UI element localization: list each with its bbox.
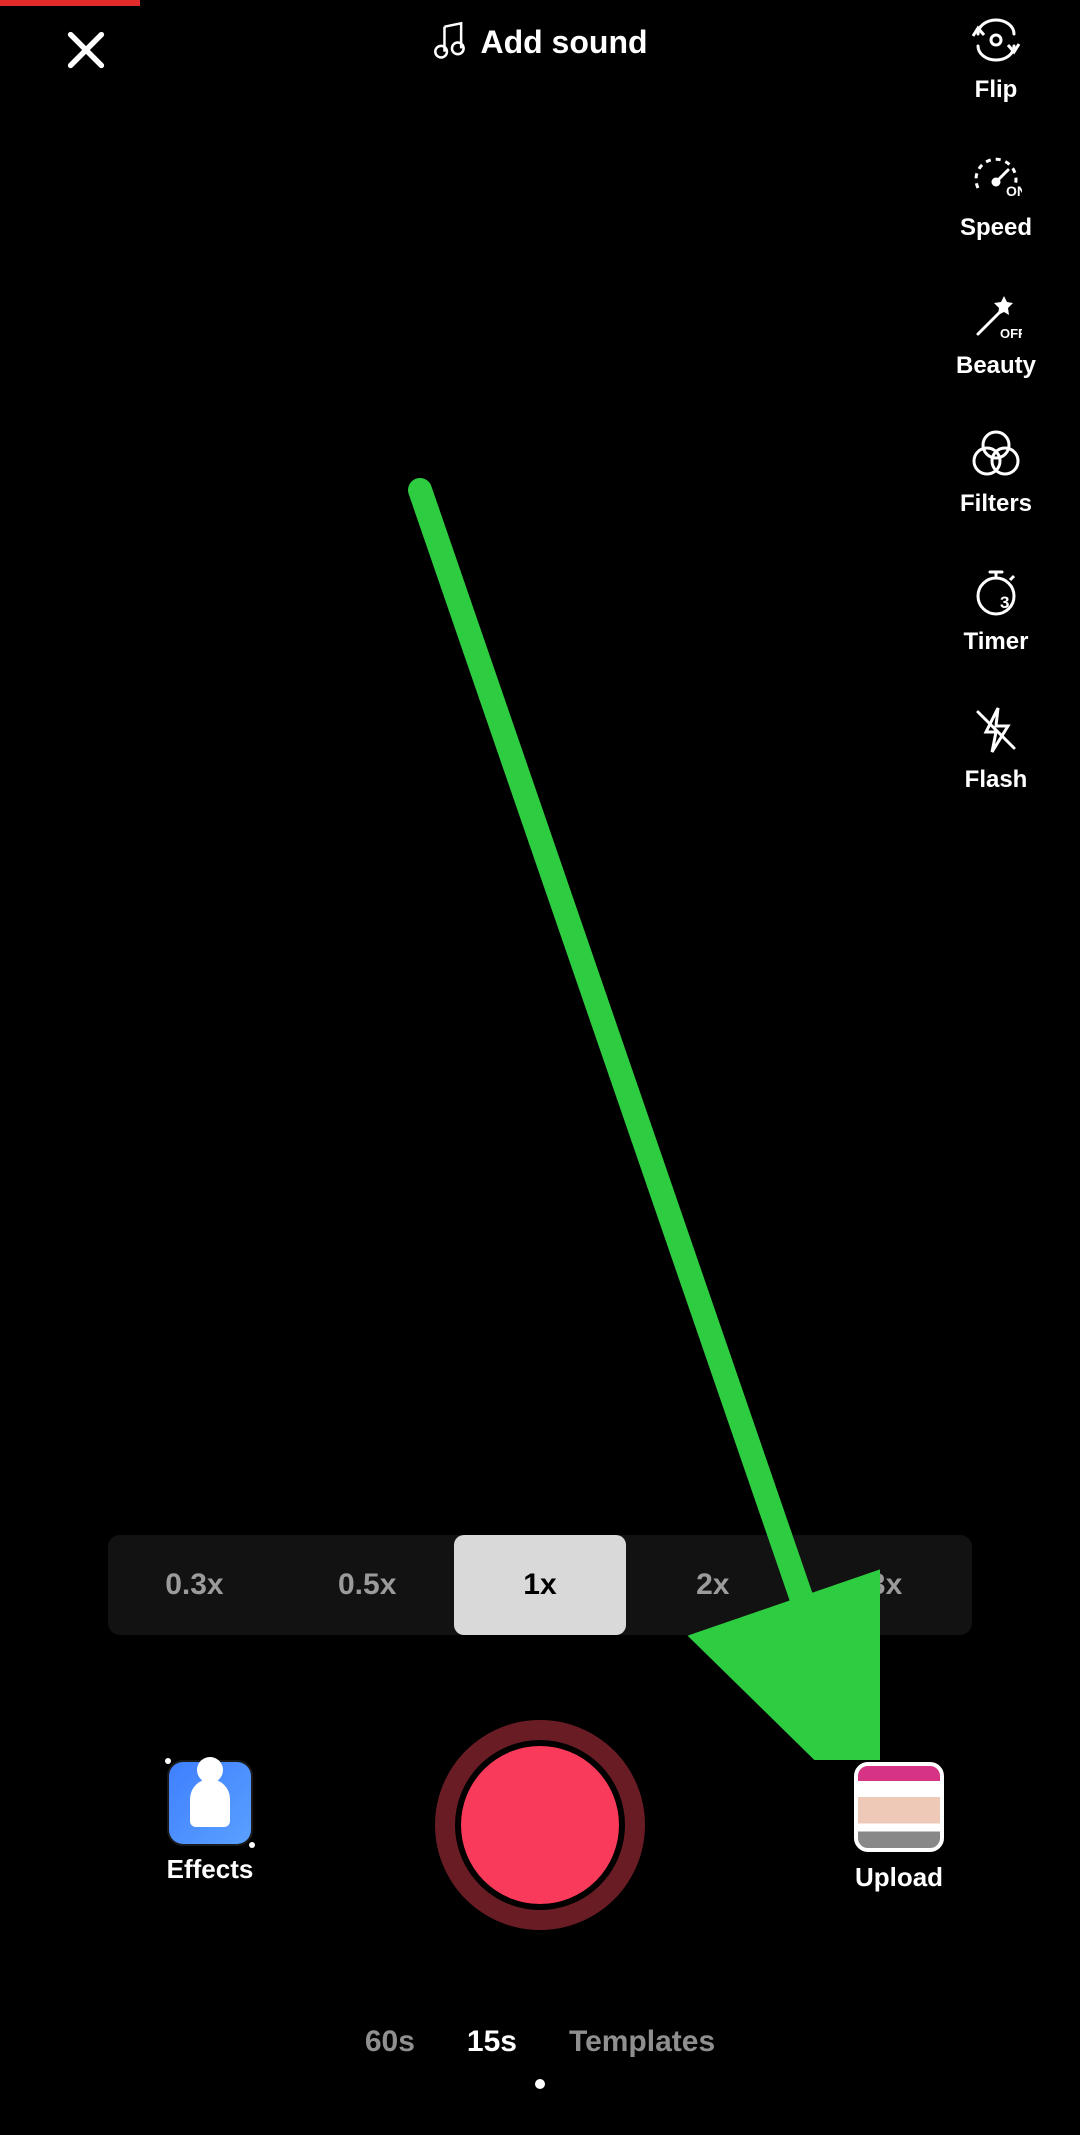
flip-camera-button[interactable]: Flip	[968, 12, 1024, 104]
zoom-option-0[interactable]: 0.3x	[108, 1535, 281, 1635]
mode-selector: 60s 15s Templates	[0, 2025, 1080, 2059]
mode-indicator-dot	[535, 2079, 545, 2089]
close-button[interactable]	[58, 24, 114, 80]
mode-option-0[interactable]: 60s	[365, 2025, 415, 2059]
timer-button[interactable]: 3 Timer	[964, 564, 1029, 656]
flip-camera-icon	[968, 12, 1024, 68]
effects-label: Effects	[167, 1854, 254, 1885]
zoom-option-1[interactable]: 0.5x	[281, 1535, 454, 1635]
zoom-option-4[interactable]: 3x	[799, 1535, 972, 1635]
beauty-button[interactable]: OFF Beauty	[956, 288, 1036, 380]
zoom-option-3[interactable]: 2x	[626, 1535, 799, 1635]
effects-icon	[169, 1762, 251, 1844]
upload-thumbnail-icon	[854, 1762, 944, 1852]
mode-option-1[interactable]: 15s	[467, 2025, 517, 2059]
camera-record-screen: Add sound Flip ON Speed OFF Beauty Fi	[0, 0, 1080, 2135]
effects-button[interactable]: Effects	[155, 1762, 265, 1885]
bottom-controls: Effects Upload	[0, 1700, 1080, 1960]
add-sound-label: Add sound	[480, 24, 647, 61]
flash-off-icon	[968, 702, 1024, 758]
add-sound-button[interactable]: Add sound	[432, 20, 647, 65]
record-button-inner	[455, 1740, 625, 1910]
filters-button[interactable]: Filters	[960, 426, 1032, 518]
upload-button[interactable]: Upload	[834, 1762, 964, 1893]
beauty-badge: OFF	[1000, 326, 1022, 341]
beauty-label: Beauty	[956, 352, 1036, 380]
timer-label: Timer	[964, 628, 1029, 656]
zoom-option-2[interactable]: 1x	[454, 1535, 627, 1635]
side-toolbar: Flip ON Speed OFF Beauty Filters 3 Timer	[948, 12, 1044, 794]
filters-icon	[968, 426, 1024, 482]
timer-badge: 3	[1000, 593, 1009, 612]
top-edge-artifact	[0, 0, 140, 6]
zoom-selector: 0.3x 0.5x 1x 2x 3x	[108, 1535, 972, 1635]
music-note-icon	[432, 20, 466, 65]
upload-label: Upload	[855, 1862, 943, 1893]
speed-badge: ON	[1006, 183, 1022, 199]
speed-button[interactable]: ON Speed	[960, 150, 1032, 242]
stopwatch-icon: 3	[968, 564, 1024, 620]
mode-option-2[interactable]: Templates	[569, 2025, 715, 2059]
flip-label: Flip	[975, 76, 1018, 104]
speed-label: Speed	[960, 214, 1032, 242]
filters-label: Filters	[960, 490, 1032, 518]
magic-wand-icon: OFF	[968, 288, 1024, 344]
speedometer-icon: ON	[968, 150, 1024, 206]
close-icon	[64, 28, 108, 77]
flash-button[interactable]: Flash	[965, 702, 1028, 794]
record-button[interactable]	[435, 1720, 645, 1930]
flash-label: Flash	[965, 766, 1028, 794]
